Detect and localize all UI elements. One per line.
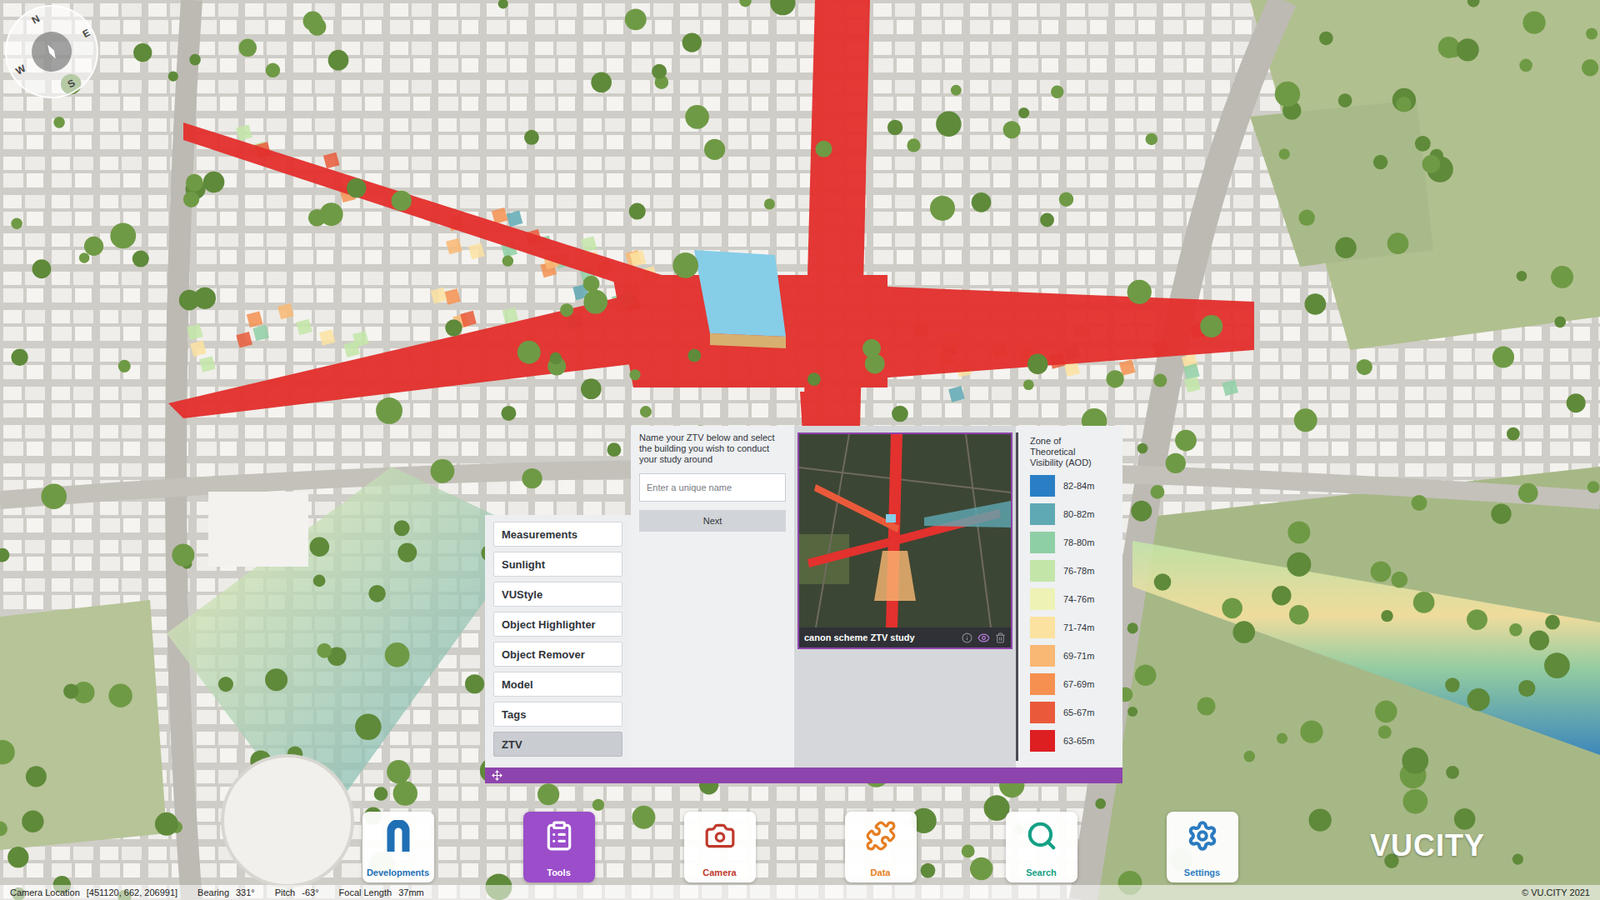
study-name: canon scheme ZTV study [804,632,915,643]
study-caption: canon scheme ZTV study [799,627,1011,648]
toolbar-button[interactable]: Developments [362,811,435,883]
gear-icon [1186,820,1219,852]
main-toolbar: Developments Tools Camera Data Search Setting… [0,811,1600,883]
tools-menu-item[interactable]: Object Remover [493,641,623,667]
tools-menu-item[interactable]: Model [493,671,623,697]
copyright: © VU.CITY 2021 [1521,887,1590,898]
compass-letter: W [12,61,29,78]
status-item: Pitch-63° [275,887,320,898]
ztv-panel: Name your ZTV below and select the build… [630,425,1123,768]
move-icon[interactable] [491,770,503,781]
vucity-logo: VUCITY [1370,828,1485,864]
legend-band: 63-65m [1030,730,1116,752]
tools-menu-item[interactable]: VUStyle [493,581,623,607]
legend-band: 65-67m [1030,701,1116,724]
legend-band: 78-80m [1030,531,1116,554]
tools-menu-item[interactable]: Sunlight [493,551,623,577]
info-icon[interactable] [961,632,973,644]
study-thumbnail [799,434,1011,628]
tools-menu-item[interactable]: ZTV [493,731,623,757]
study-card[interactable]: canon scheme ZTV study [797,432,1013,650]
compass-arrow-icon [24,24,79,79]
legend-swatch [1030,503,1055,525]
eye-icon[interactable] [977,631,990,645]
legend-band: 76-78m [1030,560,1116,582]
status-item: Focal Length37mm [339,887,425,898]
legend-swatch [1030,588,1055,610]
legend-band: 80-82m [1030,503,1116,525]
legend-title: Zone of Theoretical Visibility (AOD) [1030,435,1105,469]
legend-swatch [1030,560,1055,582]
toolbar-button[interactable]: Search [1005,811,1078,883]
legend-swatch [1030,616,1055,639]
legend-swatch [1030,645,1055,667]
legend-band: 69-71m [1030,645,1116,667]
toolbar-button[interactable]: Data [845,811,917,883]
app-screen: N E S W Measurements Sunlight VUStyle Object Hi… [0,0,1600,900]
tools-menu-item[interactable]: Object Highlighter [493,611,623,637]
tools-menu-item[interactable]: Tags [493,701,623,727]
legend-band: 82-84m [1030,475,1116,497]
ztv-form: Name your ZTV below and select the build… [630,425,795,768]
compass-letter: E [78,25,95,42]
legend-band: 67-69m [1030,673,1116,695]
developments-icon [383,820,414,854]
status-item: Bearing331° [197,887,255,898]
status-item: Camera Location[451120, 662, 206991] [10,887,178,898]
tools-menu-item[interactable]: Measurements [493,521,623,547]
toolbar-button[interactable]: Camera [684,811,756,883]
next-button[interactable]: Next [639,510,786,532]
search-icon [1025,820,1058,852]
toolbar-button[interactable]: Settings [1166,811,1239,883]
compass-letter: N [27,11,44,28]
legend-band: 74-76m [1030,588,1116,610]
legend-swatch [1030,673,1055,695]
ztv-legend: Zone of Theoretical Visibility (AOD) 82-8… [1015,432,1123,761]
camera-icon [704,820,736,852]
legend-swatch [1030,701,1055,724]
compass-letter: S [63,75,80,92]
legend-swatch [1030,475,1055,497]
legend-band: 71-74m [1030,616,1116,639]
ztv-name-input[interactable] [639,473,786,502]
tools-window: Measurements Sunlight VUStyle Object Highli… [485,425,1123,784]
study-list: canon scheme ZTV study [794,425,1016,768]
trash-icon[interactable] [995,632,1006,644]
status-bar: Camera Location[451120, 662, 206991] Bear… [0,885,1600,900]
legend-swatch [1030,730,1055,752]
ztv-instruction: Name your ZTV below and select the build… [639,432,786,465]
data-icon [865,820,897,852]
legend-swatch [1030,531,1055,554]
tools-menu: Measurements Sunlight VUStyle Object Highli… [485,515,631,768]
toolbar-button[interactable]: Tools [523,811,595,883]
window-drag-bar[interactable] [485,767,1123,784]
clipboard-icon [543,820,575,852]
